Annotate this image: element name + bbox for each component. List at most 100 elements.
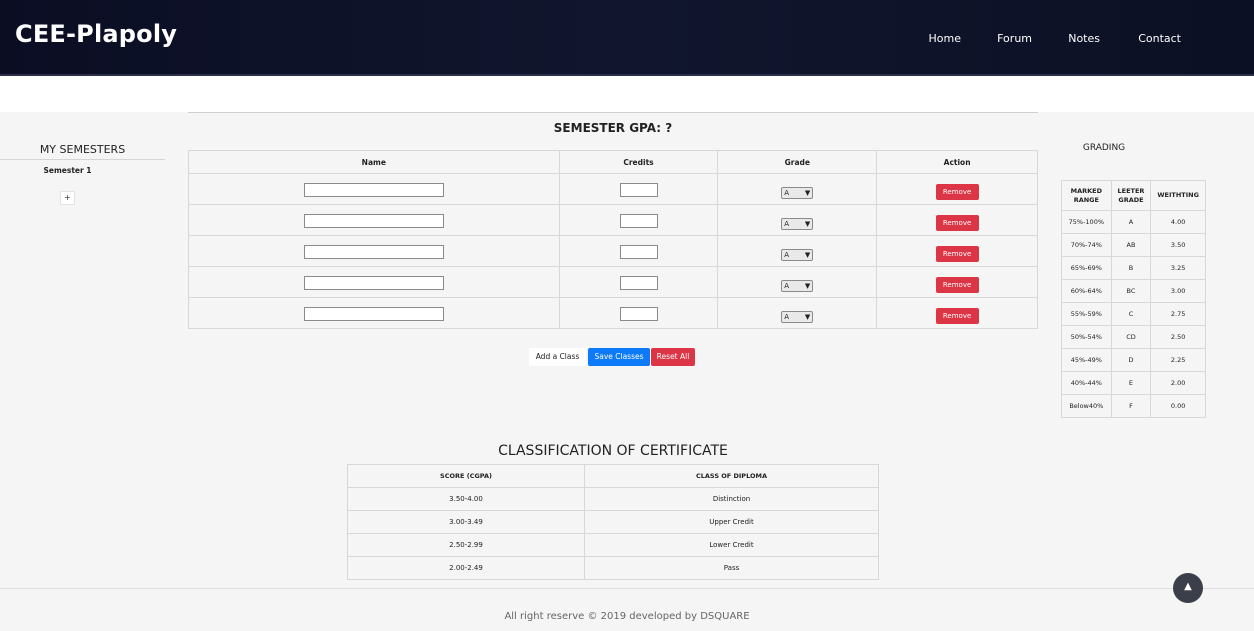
caret-down-icon: ▼ — [804, 281, 811, 290]
nav-link-contact[interactable]: Contact — [1138, 32, 1181, 45]
footer-divider — [0, 588, 1254, 589]
caret-down-icon: ▼ — [804, 250, 811, 259]
letter-grade-cell: E — [1110, 371, 1152, 395]
credits-input[interactable] — [619, 307, 658, 321]
table-row: 40%-44% E 2.00 — [1061, 371, 1206, 395]
marked-range-cell: Below40% — [1061, 394, 1112, 418]
column-header-score: SCORE (CGPA) — [347, 464, 585, 488]
table-header-row: Name Credits Grade Action — [188, 150, 1038, 174]
table-header-row: MARKED RANGE LEETER GRADE WEITHTING — [1061, 180, 1206, 211]
table-row: 55%-59% C 2.75 — [1061, 302, 1206, 326]
column-header-credits: Credits — [558, 150, 719, 174]
nav-link-notes[interactable]: Notes — [1068, 32, 1100, 45]
caret-down-icon: ▼ — [804, 219, 811, 228]
column-header-letter-grade: LEETER GRADE — [1110, 180, 1152, 211]
class-of-diploma-cell: Upper Credit — [584, 510, 879, 534]
letter-grade-cell: F — [1110, 394, 1152, 418]
score-cell: 2.00-2.49 — [347, 556, 585, 580]
class-name-input[interactable] — [303, 276, 444, 290]
arrow-up-icon: ▲ — [1184, 581, 1192, 592]
weighting-cell: 3.50 — [1150, 233, 1206, 257]
footer-text: All right reserve © 2019 developed by DS… — [504, 611, 750, 622]
column-header-class: CLASS OF DIPLOMA — [584, 464, 879, 488]
classification-table: SCORE (CGPA) CLASS OF DIPLOMA 3.50-4.00 D… — [347, 464, 879, 580]
table-row: 75%-100% A 4.00 — [1061, 210, 1206, 234]
remove-button[interactable]: Remove — [935, 245, 979, 262]
class-name-input[interactable] — [303, 307, 444, 321]
marked-range-cell: 50%-54% — [1061, 325, 1112, 349]
classes-table: Name Credits Grade Action A ▼ Remove A ▼ R… — [188, 150, 1038, 329]
marked-range-cell: 55%-59% — [1061, 302, 1112, 326]
remove-button[interactable]: Remove — [935, 214, 979, 231]
grading-table: MARKED RANGE LEETER GRADE WEITHTING 75%-… — [1061, 180, 1206, 418]
weighting-cell: 2.50 — [1150, 325, 1206, 349]
grading-title: GRADING — [1082, 143, 1126, 153]
remove-button[interactable]: Remove — [935, 307, 979, 324]
letter-grade-cell: B — [1110, 256, 1152, 280]
letter-grade-cell: A — [1110, 210, 1152, 234]
nav-link-forum[interactable]: Forum — [997, 32, 1032, 45]
marked-range-cell: 70%-74% — [1061, 233, 1112, 257]
add-class-button[interactable]: Add a Class — [529, 348, 586, 366]
grade-select[interactable]: A ▼ — [781, 310, 814, 323]
caret-down-icon: ▼ — [804, 312, 811, 321]
table-row: A ▼ Remove — [188, 173, 1038, 205]
table-row: A ▼ Remove — [188, 235, 1038, 267]
class-name-input[interactable] — [303, 183, 444, 197]
caret-down-icon: ▼ — [804, 188, 811, 197]
save-classes-button[interactable]: Save Classes — [588, 348, 650, 366]
score-cell: 3.50-4.00 — [347, 487, 585, 511]
classification-title: CLASSIFICATION OF CERTIFICATE — [498, 443, 728, 459]
class-of-diploma-cell: Pass — [584, 556, 879, 580]
class-name-input[interactable] — [303, 214, 444, 228]
table-row: 50%-54% CD 2.50 — [1061, 325, 1206, 349]
remove-button[interactable]: Remove — [935, 183, 979, 200]
brand-logo[interactable]: CEE-Plapoly — [15, 20, 177, 48]
column-header-weighting: WEITHTING — [1150, 180, 1206, 211]
grade-select[interactable]: A ▼ — [781, 279, 814, 292]
weighting-cell: 2.75 — [1150, 302, 1206, 326]
credits-input[interactable] — [619, 214, 658, 228]
grade-select[interactable]: A ▼ — [781, 186, 814, 199]
letter-grade-cell: BC — [1110, 279, 1152, 303]
grade-select[interactable]: A ▼ — [781, 217, 814, 230]
sidebar-item-semester-1[interactable]: Semester 1 — [0, 166, 135, 175]
grade-value: A — [784, 250, 790, 259]
class-name-input[interactable] — [303, 245, 444, 259]
table-header-row: SCORE (CGPA) CLASS OF DIPLOMA — [347, 464, 879, 488]
weighting-cell: 0.00 — [1150, 394, 1206, 418]
credits-input[interactable] — [619, 276, 658, 290]
column-header-name: Name — [188, 150, 560, 174]
table-row: A ▼ Remove — [188, 297, 1038, 329]
letter-grade-cell: D — [1110, 348, 1152, 372]
top-navbar: CEE-Plapoly Home Forum Notes Contact — [0, 0, 1254, 76]
nav-link-home[interactable]: Home — [929, 32, 961, 45]
table-row: 65%-69% B 3.25 — [1061, 256, 1206, 280]
grade-select[interactable]: A ▼ — [781, 248, 814, 261]
class-of-diploma-cell: Lower Credit — [584, 533, 879, 557]
letter-grade-cell: AB — [1110, 233, 1152, 257]
add-semester-button[interactable]: + — [60, 191, 75, 205]
scroll-to-top-button[interactable]: ▲ — [1173, 573, 1203, 603]
letter-grade-cell: CD — [1110, 325, 1152, 349]
credits-input[interactable] — [619, 183, 658, 197]
credits-input[interactable] — [619, 245, 658, 259]
marked-range-cell: 40%-44% — [1061, 371, 1112, 395]
weighting-cell: 2.00 — [1150, 371, 1206, 395]
table-row: 70%-74% AB 3.50 — [1061, 233, 1206, 257]
column-header-marked-range: MARKED RANGE — [1061, 180, 1112, 211]
marked-range-cell: 45%-49% — [1061, 348, 1112, 372]
table-row: 3.00-3.49 Upper Credit — [347, 510, 879, 534]
column-header-grade: Grade — [717, 150, 878, 174]
letter-grade-cell: C — [1110, 302, 1152, 326]
table-row: 45%-49% D 2.25 — [1061, 348, 1206, 372]
table-row: A ▼ Remove — [188, 204, 1038, 236]
weighting-cell: 3.25 — [1150, 256, 1206, 280]
grade-value: A — [784, 281, 790, 290]
score-cell: 3.00-3.49 — [347, 510, 585, 534]
reset-all-button[interactable]: Reset All — [651, 348, 695, 366]
weighting-cell: 4.00 — [1150, 210, 1206, 234]
marked-range-cell: 60%-64% — [1061, 279, 1112, 303]
remove-button[interactable]: Remove — [935, 276, 979, 293]
content-divider — [188, 112, 1038, 113]
